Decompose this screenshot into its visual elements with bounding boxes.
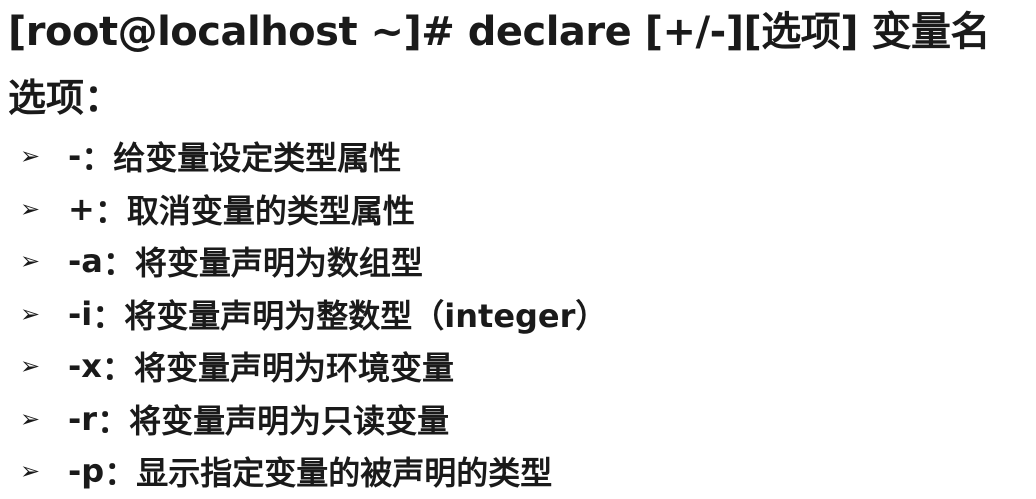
arrow-bullet-icon: ➢ (20, 352, 41, 381)
option-separator: ： (97, 401, 130, 440)
arrow-bullet-icon: ➢ (20, 457, 41, 486)
option-item-dash: ➢ - ： 给变量设定类型属性 (20, 130, 607, 183)
command-syntax: [root@localhost ~]# declare [+/-][选项] 变量… (8, 9, 990, 55)
option-flag: -a (68, 242, 103, 281)
option-item-plus: ➢ + ： 取消变量的类型属性 (20, 183, 607, 236)
option-separator: ： (104, 454, 137, 493)
option-description: 将变量声明为环境变量 (133, 349, 454, 388)
arrow-bullet-icon: ➢ (20, 142, 41, 171)
option-separator: ： (94, 191, 127, 230)
option-item-x: ➢ -x ： 将变量声明为环境变量 (20, 340, 607, 393)
option-flag: + (68, 189, 95, 228)
option-item-i: ➢ -i ： 将变量声明为整数型（integer） (20, 288, 607, 341)
option-item-a: ➢ -a ： 将变量声明为数组型 (20, 235, 607, 288)
option-description: 将变量声明为数组型 (134, 244, 423, 283)
arrow-bullet-icon: ➢ (20, 299, 41, 328)
slide: [root@localhost ~]# declare [+/-][选项] 变量… (0, 0, 1036, 499)
option-description: 取消变量的类型属性 (126, 191, 415, 230)
option-flag: -i (68, 294, 93, 333)
option-flag: -p (68, 452, 105, 491)
option-description: 给变量设定类型属性 (113, 139, 402, 178)
options-heading: 选项： (8, 76, 123, 120)
arrow-bullet-icon: ➢ (20, 194, 41, 223)
option-separator: ： (101, 349, 134, 388)
option-flag: -x (68, 347, 102, 386)
option-separator: ： (92, 296, 125, 335)
option-item-r: ➢ -r ： 将变量声明为只读变量 (20, 393, 607, 446)
option-separator: ： (102, 244, 135, 283)
option-item-p: ➢ -p ： 显示指定变量的被声明的类型 (20, 445, 607, 498)
option-flag: - (68, 137, 82, 176)
option-description: 将变量声明为整数型（integer） (124, 296, 608, 335)
option-flag: -r (68, 399, 98, 438)
option-separator: ： (81, 139, 114, 178)
arrow-bullet-icon: ➢ (20, 404, 41, 433)
arrow-bullet-icon: ➢ (20, 247, 41, 276)
options-list: ➢ - ： 给变量设定类型属性 ➢ + ： 取消变量的类型属性 ➢ -a ： 将… (20, 130, 607, 498)
option-description: 显示指定变量的被声明的类型 (136, 454, 553, 493)
option-description: 将变量声明为只读变量 (129, 401, 450, 440)
